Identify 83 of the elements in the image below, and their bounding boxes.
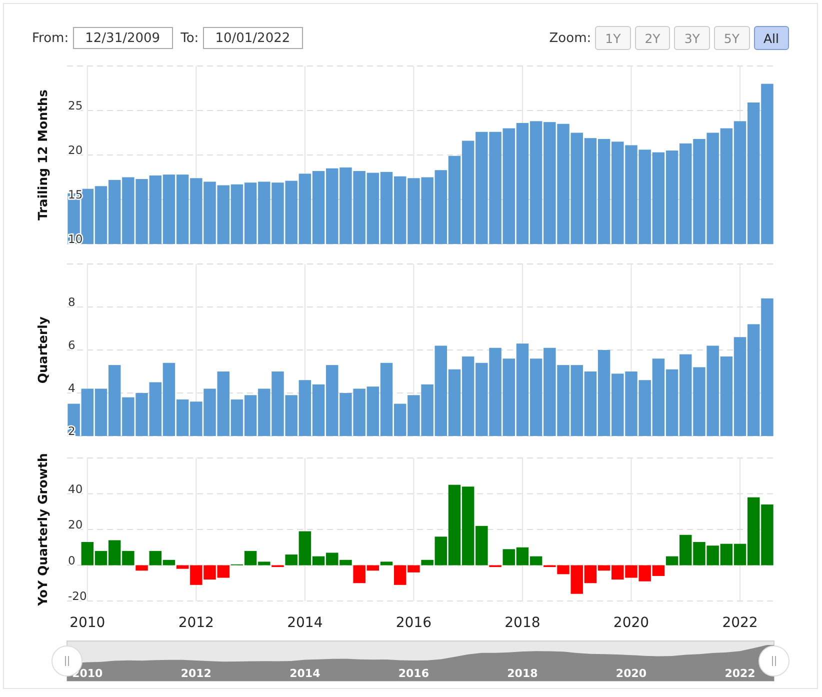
from-label: From: xyxy=(32,30,69,46)
bar xyxy=(217,185,230,244)
bar xyxy=(272,182,284,244)
to-date-field[interactable]: 10/01/2022 xyxy=(202,27,303,49)
bar xyxy=(761,504,774,566)
bar xyxy=(149,382,162,436)
range-handle[interactable] xyxy=(758,646,790,676)
navigator-label: 2018 xyxy=(507,667,538,680)
navigator-label: 2012 xyxy=(180,667,212,680)
bar xyxy=(204,182,216,244)
bar xyxy=(448,369,461,436)
bar xyxy=(408,395,420,436)
bar xyxy=(706,546,719,566)
bar xyxy=(230,184,244,244)
x-tick-label: 2010 xyxy=(70,615,106,631)
bar xyxy=(81,188,94,244)
bar xyxy=(584,372,597,436)
bar xyxy=(204,388,216,436)
bar xyxy=(421,177,434,244)
x-tick-label: 2022 xyxy=(722,615,758,631)
from-date-field[interactable]: 12/31/2009 xyxy=(72,27,173,49)
zoom-button[interactable]: 2Y xyxy=(634,26,670,50)
bar xyxy=(353,388,366,436)
bar xyxy=(394,176,406,244)
y-tick-label: 4 xyxy=(68,381,76,395)
bar xyxy=(258,388,270,436)
y-tick-label: 25 xyxy=(68,98,83,112)
to-label: To: xyxy=(180,30,199,46)
zoom-button[interactable]: 3Y xyxy=(674,26,710,50)
bar xyxy=(149,175,162,244)
y-tick-label: 20 xyxy=(68,518,83,532)
zoom-button[interactable]: 1Y xyxy=(595,26,631,50)
bar xyxy=(190,178,202,244)
bar xyxy=(244,182,257,244)
bar xyxy=(190,402,202,436)
bar xyxy=(312,384,325,436)
navigator-label: 2016 xyxy=(398,667,430,680)
bar xyxy=(666,369,678,436)
bar xyxy=(557,365,570,436)
bar xyxy=(366,172,380,244)
bar xyxy=(162,174,176,244)
axis-title: Trailing 12 Months xyxy=(35,90,50,220)
x-tick-label: 2016 xyxy=(396,615,432,631)
y-tick-label: -20 xyxy=(68,589,87,603)
bar xyxy=(408,178,420,244)
x-tick-label: 2020 xyxy=(613,615,650,631)
y-tick-label: 40 xyxy=(68,482,83,496)
y-tick-label: 20 xyxy=(68,143,83,157)
bar xyxy=(244,395,257,436)
zoom-label: Zoom: xyxy=(549,30,592,46)
bar xyxy=(298,174,312,244)
bar xyxy=(108,180,121,244)
bar xyxy=(122,177,134,244)
bar xyxy=(298,380,312,436)
bar xyxy=(693,542,706,566)
navigator-label: 2022 xyxy=(724,667,756,680)
bar xyxy=(285,180,298,244)
bar xyxy=(612,374,624,436)
bar xyxy=(638,380,651,436)
x-tick-label: 2018 xyxy=(504,615,540,631)
bar xyxy=(204,565,216,580)
bar xyxy=(720,544,733,566)
bar xyxy=(625,372,638,436)
x-tick-label: 2012 xyxy=(178,615,214,631)
y-tick-label: 2 xyxy=(68,424,76,438)
bar xyxy=(136,393,148,436)
y-tick-label: 0 xyxy=(68,553,76,568)
bar xyxy=(258,182,270,244)
zoom-button[interactable]: All xyxy=(754,26,789,50)
y-tick-label: 6 xyxy=(68,338,76,352)
navigator-label: 2014 xyxy=(290,667,320,680)
axis-title: YoY Quarterly Growth xyxy=(35,453,50,606)
y-tick-label: 8 xyxy=(68,295,76,309)
bar xyxy=(570,365,583,436)
bar xyxy=(136,179,148,244)
bar xyxy=(176,174,189,244)
bar xyxy=(625,565,638,578)
x-tick-label: 2014 xyxy=(287,615,323,631)
axis-title: Quarterly xyxy=(35,316,50,384)
bar xyxy=(693,367,706,436)
navigator-label: 2020 xyxy=(616,667,647,680)
zoom-button[interactable]: 5Y xyxy=(714,26,750,50)
bar xyxy=(94,186,108,244)
